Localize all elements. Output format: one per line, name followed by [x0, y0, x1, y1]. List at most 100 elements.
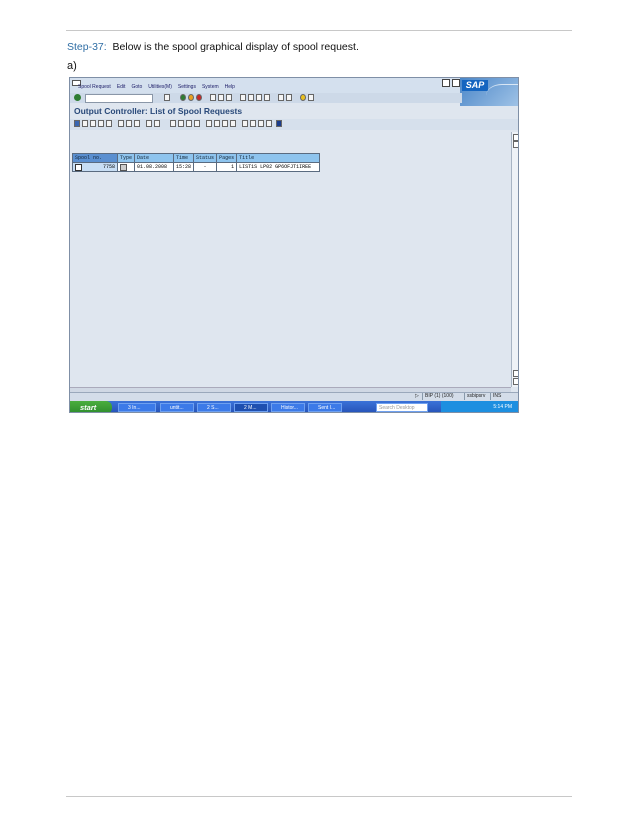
help-icon[interactable]	[300, 94, 306, 101]
col-status[interactable]: Status	[193, 153, 218, 163]
refresh-icon[interactable]	[74, 120, 80, 127]
scroll-down-icon[interactable]	[513, 378, 518, 385]
sap-logo-text: SAP	[462, 80, 488, 91]
col-date[interactable]: Date	[134, 153, 175, 163]
logo-wave	[486, 84, 518, 107]
windows-taskbar: start 3 In... untit... 2 S... 2 M... His…	[70, 401, 518, 412]
cell-type[interactable]	[117, 162, 136, 172]
print-with-changed-icon[interactable]	[106, 120, 112, 127]
save-icon[interactable]	[164, 94, 170, 101]
export-icon[interactable]	[250, 120, 256, 127]
col-pages[interactable]: Pages	[216, 153, 238, 163]
task-button[interactable]: 3 In...	[118, 403, 156, 412]
filter-icon[interactable]	[230, 120, 236, 127]
row-checkbox[interactable]	[75, 163, 82, 171]
cancel-icon[interactable]	[196, 94, 202, 101]
cell-time: 15:28	[173, 162, 195, 172]
screen-title: Output Controller: List of Spool Request…	[74, 106, 243, 116]
attributes-icon[interactable]	[126, 120, 132, 127]
last-page-icon[interactable]	[264, 94, 270, 101]
exit-icon[interactable]	[188, 94, 194, 101]
status-expand-icon[interactable]: ▷	[413, 393, 421, 400]
spool-number: 7758	[103, 164, 116, 171]
standard-toolbar	[70, 93, 462, 103]
table-header-row: Spool no. Type Date Time Status Pages Ti…	[71, 153, 321, 163]
first-page-icon[interactable]	[240, 94, 246, 101]
sort-asc-icon[interactable]	[214, 120, 220, 127]
delete-icon[interactable]	[98, 120, 104, 127]
next-page-icon[interactable]	[256, 94, 262, 101]
menu-spool-request[interactable]: Spool Request	[78, 84, 111, 90]
col-spool-no[interactable]: Spool no.	[71, 153, 119, 163]
menu-items: Spool Request Edit Goto Utilities(M) Set…	[78, 84, 235, 90]
top-rule	[66, 30, 572, 31]
task-button[interactable]: Histor...	[271, 403, 305, 412]
print-directly-icon[interactable]	[90, 120, 96, 127]
sub-label: a)	[67, 60, 77, 72]
back-icon[interactable]	[180, 94, 186, 101]
desktop-search-input[interactable]: Search Desktop	[376, 403, 428, 412]
next-entry-icon[interactable]	[186, 120, 192, 127]
cell-title: LIST1S LP02 GP6OFJT1IREE	[236, 162, 321, 172]
bottom-rule	[66, 796, 572, 797]
output-requests-icon[interactable]	[118, 120, 124, 127]
find-next-icon[interactable]	[226, 94, 232, 101]
display-content-icon[interactable]	[82, 120, 88, 127]
tray-clock: 5:14 PM	[493, 404, 512, 410]
table-row[interactable]: 7758 01.08.2008 15:28 - 1 LIST1S LP02 GP…	[71, 162, 321, 172]
layout-icon[interactable]	[308, 94, 314, 101]
deselect-icon[interactable]	[154, 120, 160, 127]
command-field[interactable]	[85, 94, 153, 103]
menu-goto[interactable]: Goto	[131, 84, 142, 90]
task-button[interactable]: untit...	[160, 403, 194, 412]
maximize-icon[interactable]	[452, 79, 460, 87]
new-session-icon[interactable]	[278, 94, 284, 101]
info-icon[interactable]	[276, 120, 282, 127]
choose-layout-icon[interactable]	[258, 120, 264, 127]
select-all-icon[interactable]	[146, 120, 152, 127]
display-request-icon[interactable]	[134, 120, 140, 127]
menu-system[interactable]: System	[202, 84, 219, 90]
menu-settings[interactable]: Settings	[178, 84, 196, 90]
step-label: Step-37:	[67, 41, 107, 53]
spool-table: Spool no. Type Date Time Status Pages Ti…	[71, 153, 321, 172]
cell-status: -	[193, 162, 218, 172]
status-mode: INS	[490, 393, 503, 400]
vertical-scrollbar[interactable]	[511, 132, 518, 387]
step-text: Below is the spool graphical display of …	[112, 41, 359, 53]
sum-icon[interactable]	[242, 120, 248, 127]
col-time[interactable]: Time	[173, 153, 195, 163]
menu-edit[interactable]: Edit	[117, 84, 126, 90]
change-layout-icon[interactable]	[266, 120, 272, 127]
document-type-icon[interactable]	[120, 163, 128, 171]
first-entry-icon[interactable]	[170, 120, 176, 127]
enter-check-icon[interactable]	[74, 94, 81, 101]
task-button[interactable]: Sent I...	[308, 403, 342, 412]
step-heading: Step-37: Below is the spool graphical di…	[67, 41, 359, 53]
print-icon[interactable]	[210, 94, 216, 101]
start-button[interactable]: start	[70, 401, 112, 412]
menu-utilities[interactable]: Utilities(M)	[148, 84, 172, 90]
cell-spool-no[interactable]: 7758	[71, 162, 119, 172]
menu-help[interactable]: Help	[225, 84, 235, 90]
prev-page-icon[interactable]	[248, 94, 254, 101]
shortcut-icon[interactable]	[286, 94, 292, 101]
find-list-icon[interactable]	[206, 120, 212, 127]
scroll-up-icon[interactable]	[513, 134, 518, 141]
minimize-icon[interactable]	[442, 79, 450, 87]
status-system: BIP (1) (100)	[422, 393, 456, 400]
task-button[interactable]: 2 M...	[234, 403, 268, 412]
sort-desc-icon[interactable]	[222, 120, 228, 127]
scroll-page-up-icon[interactable]	[513, 141, 518, 148]
last-entry-icon[interactable]	[194, 120, 200, 127]
task-button[interactable]: 2 S...	[197, 403, 231, 412]
cell-pages: 1	[216, 162, 238, 172]
list-area: Spool no. Type Date Time Status Pages Ti…	[70, 132, 511, 387]
col-title[interactable]: Title	[236, 153, 321, 163]
scroll-page-down-icon[interactable]	[513, 370, 518, 377]
status-bar: ▷ BIP (1) (100) ssbipsrv INS	[70, 392, 518, 401]
sap-logo: SAP	[460, 78, 518, 106]
prev-entry-icon[interactable]	[178, 120, 184, 127]
col-type[interactable]: Type	[117, 153, 136, 163]
find-icon[interactable]	[218, 94, 224, 101]
